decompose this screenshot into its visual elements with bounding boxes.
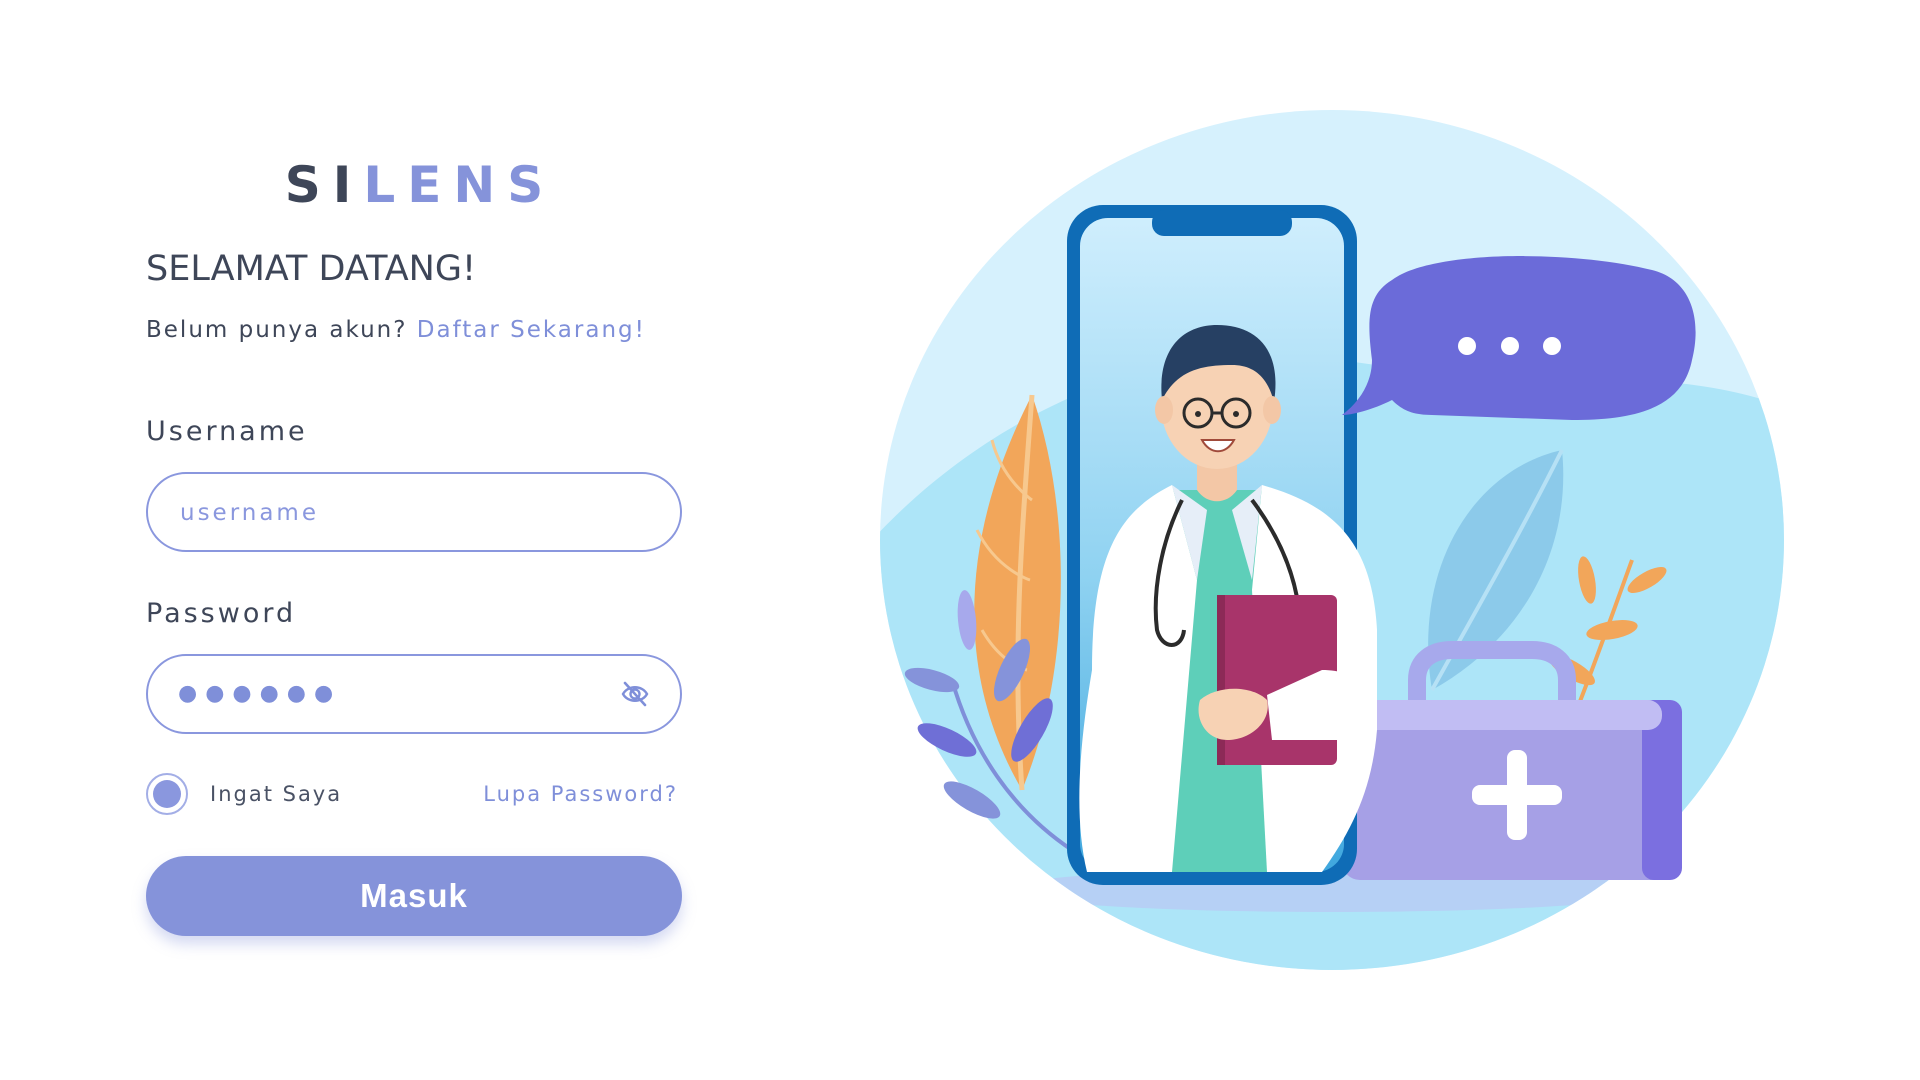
doctor-telemedicine-illustration	[880, 110, 1784, 970]
logo-text-dark: SI	[284, 156, 364, 214]
login-page: SILENS SELAMAT DATANG! Belum punya akun?…	[0, 0, 1920, 1080]
remember-me-toggle[interactable]: Ingat Saya	[146, 770, 342, 818]
app-logo: SILENS	[158, 150, 682, 220]
logo-text-accent: LENS	[363, 156, 556, 214]
page-title: SELAMAT DATANG!	[146, 249, 477, 289]
signup-link[interactable]: Daftar Sekarang!	[417, 317, 646, 343]
login-panel: SILENS SELAMAT DATANG! Belum punya akun?…	[146, 150, 682, 936]
login-options-row: Ingat Saya Lupa Password?	[146, 770, 682, 818]
signup-prompt-text: Belum punya akun?	[146, 317, 408, 343]
password-masked-value: ●●●●●●	[178, 681, 342, 706]
username-field-wrapper	[146, 472, 682, 552]
signup-prompt-line: Belum punya akun? Daftar Sekarang!	[146, 314, 682, 346]
radio-selected-icon[interactable]	[146, 773, 188, 815]
chat-bubble-icon	[1342, 256, 1696, 420]
password-label: Password	[146, 598, 297, 629]
password-field[interactable]: ●●●●●●	[146, 654, 682, 734]
login-button[interactable]: Masuk	[146, 856, 682, 936]
forgot-password-link[interactable]: Lupa Password?	[483, 770, 678, 818]
remember-me-label: Ingat Saya	[210, 782, 343, 806]
eye-off-icon[interactable]	[620, 680, 650, 708]
username-label: Username	[146, 416, 308, 447]
username-input[interactable]	[178, 474, 602, 552]
radio-dot	[153, 780, 181, 808]
